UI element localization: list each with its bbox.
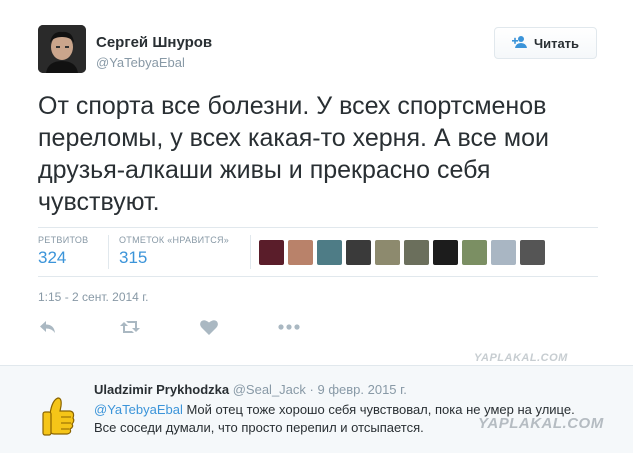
- author-avatar[interactable]: [38, 25, 86, 73]
- liker-avatar[interactable]: [433, 240, 458, 265]
- reply-mention[interactable]: @YaTebyaEbal: [94, 402, 183, 417]
- tweet-actions: [38, 318, 308, 342]
- stat-divider: [250, 235, 251, 269]
- likes-count: 315: [119, 248, 148, 267]
- reply-date[interactable]: · 9 февр. 2015 г.: [310, 382, 407, 397]
- likes-label: ОТМЕТОК «НРАВИТСЯ»: [119, 235, 230, 245]
- more-icon[interactable]: [278, 318, 300, 340]
- liker-avatar[interactable]: [404, 240, 429, 265]
- retweets-count: 324: [38, 248, 67, 267]
- reply-icon[interactable]: [38, 318, 60, 340]
- liker-avatars: [259, 240, 545, 265]
- liker-avatar[interactable]: [346, 240, 371, 265]
- tweet-card: Сергей Шнуров @YaTebyaEbal Читать От спо…: [0, 0, 633, 364]
- retweets-label: РЕТВИТОВ: [38, 235, 89, 245]
- liker-avatar[interactable]: [375, 240, 400, 265]
- watermark-top: YAPLAKAL.COM: [474, 352, 568, 364]
- author-handle[interactable]: @YaTebyaEbal: [96, 55, 185, 70]
- reply-tweet: Uladzimir Prykhodzka @Seal_Jack · 9 февр…: [0, 366, 633, 453]
- author-name[interactable]: Сергей Шнуров: [96, 34, 212, 51]
- retweet-icon[interactable]: [119, 318, 141, 340]
- reply-header: Uladzimir Prykhodzka @Seal_Jack · 9 февр…: [94, 382, 407, 397]
- like-icon[interactable]: [199, 318, 221, 340]
- stats-divider-top: [38, 227, 598, 228]
- tweet-text: От спорта все болезни. У всех спортсмено…: [38, 92, 549, 216]
- retweets-stat[interactable]: РЕТВИТОВ 324: [38, 235, 88, 268]
- liker-avatar[interactable]: [491, 240, 516, 265]
- liker-avatar[interactable]: [462, 240, 487, 265]
- liker-avatar[interactable]: [520, 240, 545, 265]
- follow-button[interactable]: Читать: [494, 27, 597, 59]
- stat-divider: [108, 235, 109, 269]
- reply-author-handle[interactable]: @Seal_Jack: [233, 382, 306, 397]
- watermark-bottom: YAPLAKAL.COM: [478, 415, 604, 432]
- tweet-timestamp[interactable]: 1:15 - 2 сент. 2014 г.: [38, 290, 148, 304]
- thumbs-up-avatar[interactable]: [40, 394, 76, 438]
- follow-button-label: Читать: [533, 35, 580, 51]
- stats-divider-bottom: [38, 276, 598, 277]
- liker-avatar[interactable]: [259, 240, 284, 265]
- reply-author-name[interactable]: Uladzimir Prykhodzka: [94, 382, 229, 397]
- add-user-icon: [511, 35, 528, 51]
- liker-avatar[interactable]: [317, 240, 342, 265]
- likes-stat[interactable]: ОТМЕТОК «НРАВИТСЯ» 315: [119, 235, 229, 268]
- liker-avatar[interactable]: [288, 240, 313, 265]
